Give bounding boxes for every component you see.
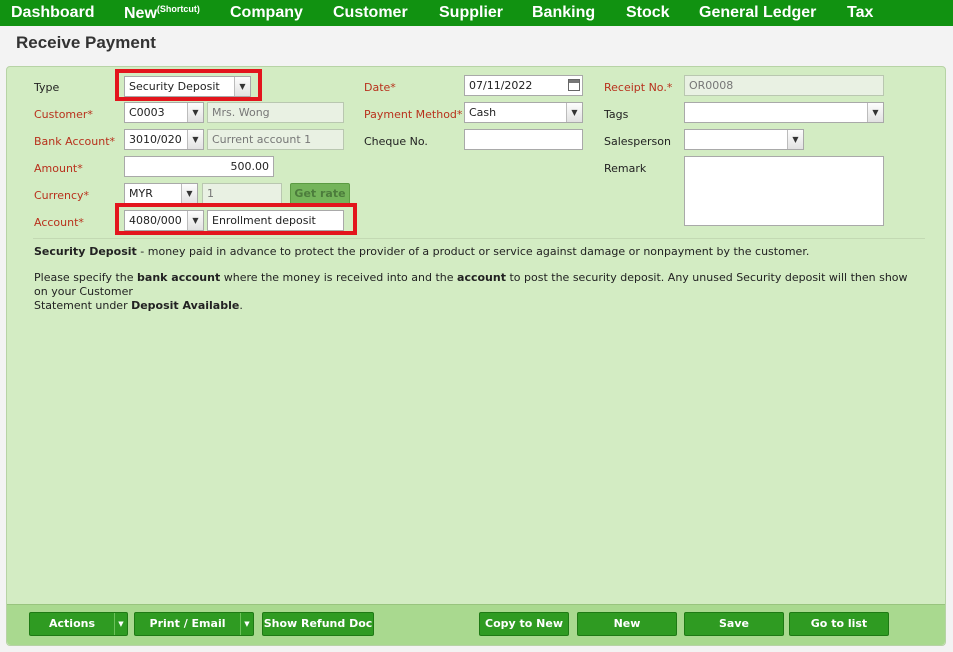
- amount-label: Amount*: [34, 162, 83, 175]
- info-security-deposit-term: Security Deposit: [34, 245, 137, 258]
- highlight-box-type: [115, 69, 262, 101]
- info-bank-account-term: bank account: [137, 271, 221, 284]
- date-value: 07/11/2022: [469, 79, 533, 92]
- currency-label: Currency*: [34, 189, 90, 202]
- info-text-c: where the money is received into and the: [220, 271, 458, 284]
- info-line-1-text: - money paid in advance to protect the p…: [136, 245, 810, 258]
- get-rate-button[interactable]: Get rate: [290, 183, 350, 205]
- currency-rate-field: 1: [202, 183, 282, 204]
- info-account-term: account: [457, 271, 506, 284]
- tags-label: Tags: [604, 108, 629, 121]
- nav-general-ledger[interactable]: General Ledger: [699, 4, 816, 22]
- go-to-list-button[interactable]: Go to list: [789, 612, 889, 636]
- cheque-no-input[interactable]: [464, 129, 583, 150]
- nav-new-label: New: [124, 4, 157, 22]
- tags-select[interactable]: ▼: [684, 102, 884, 123]
- cheque-no-label: Cheque No.: [364, 135, 428, 148]
- print-email-button[interactable]: Print / Email ▼: [134, 612, 254, 636]
- show-refund-doc-button[interactable]: Show Refund Doc: [262, 612, 374, 636]
- chevron-down-icon[interactable]: ▼: [787, 130, 803, 149]
- nav-company[interactable]: Company: [230, 4, 303, 22]
- actions-button[interactable]: Actions ▼: [29, 612, 128, 636]
- currency-value: MYR: [129, 187, 153, 200]
- calendar-icon[interactable]: [568, 79, 580, 91]
- chevron-down-icon[interactable]: ▼: [187, 130, 203, 149]
- info-paragraph: Please specify the bank account where th…: [34, 271, 914, 313]
- date-input[interactable]: 07/11/2022: [464, 75, 583, 96]
- info-line-1: Security Deposit - money paid in advance…: [34, 245, 809, 259]
- copy-to-new-button[interactable]: Copy to New: [479, 612, 569, 636]
- nav-stock[interactable]: Stock: [626, 4, 670, 22]
- nav-new-shortcut-label: (Shortcut): [156, 3, 200, 14]
- chevron-down-icon[interactable]: ▼: [566, 103, 582, 122]
- salesperson-label: Salesperson: [604, 135, 671, 148]
- divider: [33, 238, 925, 239]
- customer-label: Customer*: [34, 108, 93, 121]
- account-label: Account*: [34, 216, 84, 229]
- chevron-down-icon[interactable]: ▼: [187, 103, 203, 122]
- bank-account-code-value: 3010/020: [129, 133, 182, 146]
- info-text-f: Statement under: [34, 299, 132, 312]
- chevron-down-icon[interactable]: ▼: [867, 103, 883, 122]
- bank-account-code-select[interactable]: 3010/020 ▼: [124, 129, 204, 150]
- amount-input[interactable]: 500.00: [124, 156, 274, 177]
- receipt-no-field: OR0008: [684, 75, 884, 96]
- customer-code-select[interactable]: C0003 ▼: [124, 102, 204, 123]
- currency-select[interactable]: MYR ▼: [124, 183, 198, 204]
- type-label: Type: [34, 81, 60, 94]
- customer-code-value: C0003: [129, 106, 165, 119]
- save-button[interactable]: Save: [684, 612, 784, 636]
- payment-method-value: Cash: [469, 106, 497, 119]
- nav-tax[interactable]: Tax: [847, 4, 873, 22]
- salesperson-select[interactable]: ▼: [684, 129, 804, 150]
- info-text-a: Please specify the: [34, 271, 138, 284]
- chevron-down-icon[interactable]: ▼: [114, 613, 127, 635]
- info-deposit-available-term: Deposit Available: [131, 299, 240, 312]
- new-button[interactable]: New: [577, 612, 677, 636]
- payment-method-select[interactable]: Cash ▼: [464, 102, 583, 123]
- remark-textarea[interactable]: [684, 156, 884, 226]
- info-text-h: .: [239, 299, 243, 312]
- nav-supplier[interactable]: Supplier: [439, 4, 503, 22]
- payment-method-label: Payment Method*: [364, 108, 463, 121]
- nav-dashboard[interactable]: Dashboard: [11, 4, 95, 22]
- bank-account-label: Bank Account*: [34, 135, 116, 148]
- form-panel: Type Security Deposit ▼ Customer* C0003 …: [6, 66, 946, 646]
- bank-account-name-field: Current account 1: [207, 129, 344, 150]
- highlight-box-account: [115, 203, 357, 235]
- top-nav-bar: Dashboard New(Shortcut) Company Customer…: [0, 0, 953, 26]
- page-title: Receive Payment: [16, 33, 156, 52]
- print-email-button-label: Print / Email: [149, 617, 226, 630]
- action-footer: Actions ▼ Print / Email ▼ Show Refund Do…: [7, 604, 945, 645]
- nav-customer[interactable]: Customer: [333, 4, 408, 22]
- remark-label: Remark: [604, 162, 647, 175]
- nav-new[interactable]: New(Shortcut): [124, 4, 200, 23]
- customer-name-field: Mrs. Wong: [207, 102, 344, 123]
- receipt-no-label: Receipt No.*: [604, 81, 673, 94]
- nav-banking[interactable]: Banking: [532, 4, 595, 22]
- actions-button-label: Actions: [49, 617, 95, 630]
- date-label: Date*: [364, 81, 396, 94]
- chevron-down-icon[interactable]: ▼: [240, 613, 253, 635]
- chevron-down-icon[interactable]: ▼: [181, 184, 197, 203]
